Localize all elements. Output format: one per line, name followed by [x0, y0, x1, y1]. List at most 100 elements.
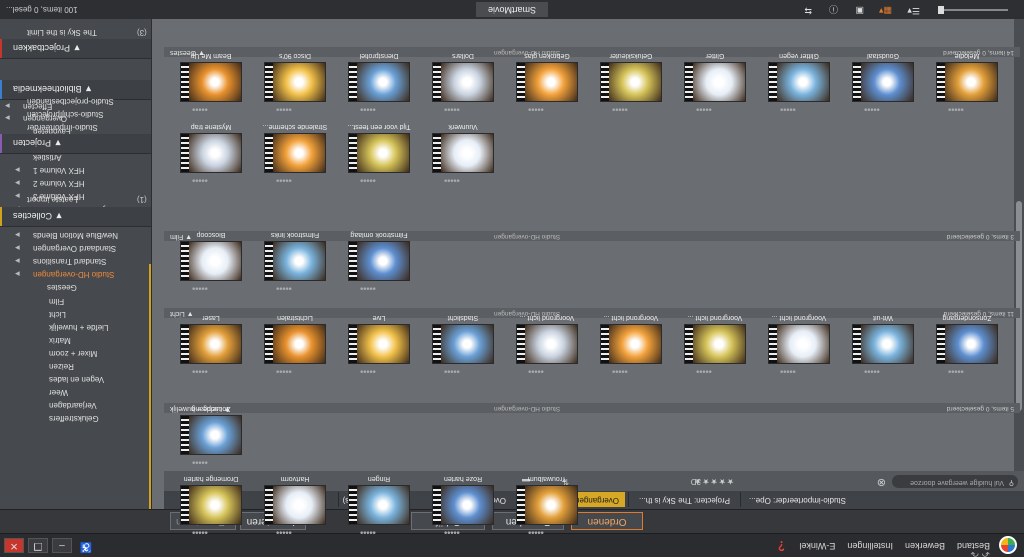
- expand-arrow-icon[interactable]: ▶: [15, 179, 20, 186]
- sidebar-item[interactable]: ▶ Standard Transitions: [0, 253, 151, 266]
- rating-stars[interactable]: ●●●●●: [276, 285, 292, 291]
- transition-thumbnail[interactable]: [348, 241, 410, 281]
- transition-thumbnail[interactable]: [180, 241, 242, 281]
- transition-thumbnail[interactable]: [684, 62, 746, 102]
- view-list-icon[interactable]: ☰▾: [907, 5, 920, 16]
- view-3d-toggle[interactable]: 3D: [691, 477, 701, 486]
- zoom-slider[interactable]: [938, 6, 1008, 14]
- section-header[interactable]: ▼ Liefde + huwelijk Studio HD-overgangen 5…: [164, 403, 1020, 413]
- transition-thumbnail[interactable]: [684, 324, 746, 364]
- smartmovie-button[interactable]: SmartMovie: [476, 2, 548, 17]
- menu-instellingen[interactable]: Instellingen: [847, 540, 893, 551]
- rating-stars[interactable]: ●●●●●: [360, 529, 376, 535]
- sidebar-item[interactable]: Licht: [0, 306, 151, 319]
- menu-bestand[interactable]: Bestand: [957, 540, 990, 551]
- sidebar-item[interactable]: Weer: [0, 384, 151, 397]
- transition-thumbnail[interactable]: [852, 324, 914, 364]
- transition-thumbnail[interactable]: [348, 324, 410, 364]
- transition-thumbnail[interactable]: [180, 62, 242, 102]
- rating-stars[interactable]: ●●●●●: [192, 177, 208, 183]
- rating-stars[interactable]: ●●●●●: [444, 106, 460, 112]
- sidebar-item[interactable]: Vegen en lades: [0, 371, 151, 384]
- rating-stars[interactable]: ●●●●●: [780, 106, 796, 112]
- clear-search-icon[interactable]: ⊗: [877, 476, 886, 489]
- content-tab[interactable]: Studio-importeerder: Ope...: [740, 492, 852, 507]
- expand-arrow-icon[interactable]: ▶: [15, 166, 20, 173]
- rating-stars[interactable]: ●●●●●: [360, 285, 376, 291]
- close-icon[interactable]: ✕: [4, 538, 24, 553]
- refresh-icon[interactable]: ⇆: [804, 5, 812, 16]
- rating-stars[interactable]: ●●●●●: [612, 106, 628, 112]
- rating-stars[interactable]: ●●●●●: [276, 529, 292, 535]
- transition-thumbnail[interactable]: [264, 241, 326, 281]
- rating-stars[interactable]: ●●●●●: [444, 529, 460, 535]
- maximize-icon[interactable]: ❐: [28, 538, 48, 553]
- transition-thumbnail[interactable]: [264, 62, 326, 102]
- rating-stars[interactable]: ●●●●●: [360, 368, 376, 374]
- expand-arrow-icon[interactable]: ▶: [15, 244, 20, 251]
- rating-stars[interactable]: ●●●●●: [360, 177, 376, 183]
- rating-stars[interactable]: ●●●●●: [948, 368, 964, 374]
- collections-header[interactable]: ▼ Collecties: [0, 207, 151, 227]
- transition-thumbnail[interactable]: [432, 485, 494, 525]
- player-icon[interactable]: ▣: [855, 5, 864, 16]
- sidebar-item[interactable]: Mixer + zoom: [0, 345, 151, 358]
- zoom-slider-knob[interactable]: [938, 6, 944, 14]
- rating-stars[interactable]: ●●●●●: [276, 368, 292, 374]
- transition-thumbnail[interactable]: [432, 133, 494, 173]
- transition-thumbnail[interactable]: [264, 133, 326, 173]
- organize-button[interactable]: Ordenen: [571, 512, 643, 530]
- transition-thumbnail[interactable]: [264, 485, 326, 525]
- transition-thumbnail[interactable]: [180, 485, 242, 525]
- rating-stars[interactable]: ●●●●●: [192, 106, 208, 112]
- sidebar-item[interactable]: Matrix: [0, 332, 151, 345]
- project-item[interactable]: Studio-schijfprojecten: [0, 106, 151, 119]
- info-icon[interactable]: ⓘ: [829, 3, 838, 16]
- laatste-import-item[interactable]: Laatste import (1): [0, 191, 151, 204]
- sidebar-item[interactable]: ▶ Studio HD-overgangen: [0, 266, 151, 279]
- menu-e-winkel[interactable]: E-Winkel: [799, 540, 835, 551]
- transition-thumbnail[interactable]: [768, 62, 830, 102]
- transition-thumbnail[interactable]: [516, 324, 578, 364]
- sky-project-item[interactable]: The Sky is the Limit (3): [0, 24, 151, 37]
- rating-stars[interactable]: ●●●●●: [360, 106, 376, 112]
- menu-bewerken[interactable]: Bewerken: [905, 540, 945, 551]
- transition-thumbnail[interactable]: [432, 324, 494, 364]
- sidebar-item[interactable]: Gelukstreffers: [0, 410, 151, 423]
- view-grid-icon[interactable]: ▦▾: [879, 5, 892, 16]
- sidebar-item[interactable]: Film: [0, 293, 151, 306]
- expand-arrow-icon[interactable]: ▶: [15, 231, 20, 238]
- rating-stars[interactable]: ●●●●●: [192, 285, 208, 291]
- rating-stars[interactable]: ●●●●●: [528, 529, 544, 535]
- rating-stars[interactable]: ●●●●●: [864, 106, 880, 112]
- transition-thumbnail[interactable]: [600, 62, 662, 102]
- rating-stars[interactable]: ●●●●●: [528, 368, 544, 374]
- help-icon[interactable]: ❓: [776, 540, 787, 551]
- sidebar-item[interactable]: ▶ NewBlue Motion Blends: [0, 227, 151, 240]
- transition-thumbnail[interactable]: [768, 324, 830, 364]
- rating-stars[interactable]: ●●●●●: [696, 368, 712, 374]
- transition-thumbnail[interactable]: [180, 133, 242, 173]
- transition-thumbnail[interactable]: [180, 415, 242, 455]
- transition-thumbnail[interactable]: [264, 324, 326, 364]
- rating-stars[interactable]: ●●●●●: [528, 106, 544, 112]
- transition-thumbnail[interactable]: [600, 324, 662, 364]
- rating-stars[interactable]: ●●●●●: [612, 368, 628, 374]
- rating-stars[interactable]: ●●●●●: [192, 459, 208, 465]
- rating-stars[interactable]: ●●●●●: [276, 106, 292, 112]
- sidebar-item[interactable]: Reizen: [0, 358, 151, 371]
- transition-thumbnail[interactable]: [180, 324, 242, 364]
- expand-arrow-icon[interactable]: ▶: [15, 270, 20, 277]
- transition-thumbnail[interactable]: [516, 485, 578, 525]
- project-item[interactable]: Studio-projectbestanden: [0, 93, 151, 106]
- minimize-icon[interactable]: –: [52, 538, 72, 553]
- accessibility-icon[interactable]: ♿: [76, 538, 96, 553]
- project-bins-header[interactable]: ▼ Projectbakken: [0, 39, 151, 59]
- sidebar-item[interactable]: ▶ HFX Volume 2: [0, 175, 151, 188]
- transition-thumbnail[interactable]: [852, 62, 914, 102]
- expand-arrow-icon[interactable]: ▶: [15, 257, 20, 264]
- rating-stars[interactable]: ●●●●●: [864, 368, 880, 374]
- rating-stars[interactable]: ●●●●●: [276, 177, 292, 183]
- transition-thumbnail[interactable]: [348, 133, 410, 173]
- transition-thumbnail[interactable]: [516, 62, 578, 102]
